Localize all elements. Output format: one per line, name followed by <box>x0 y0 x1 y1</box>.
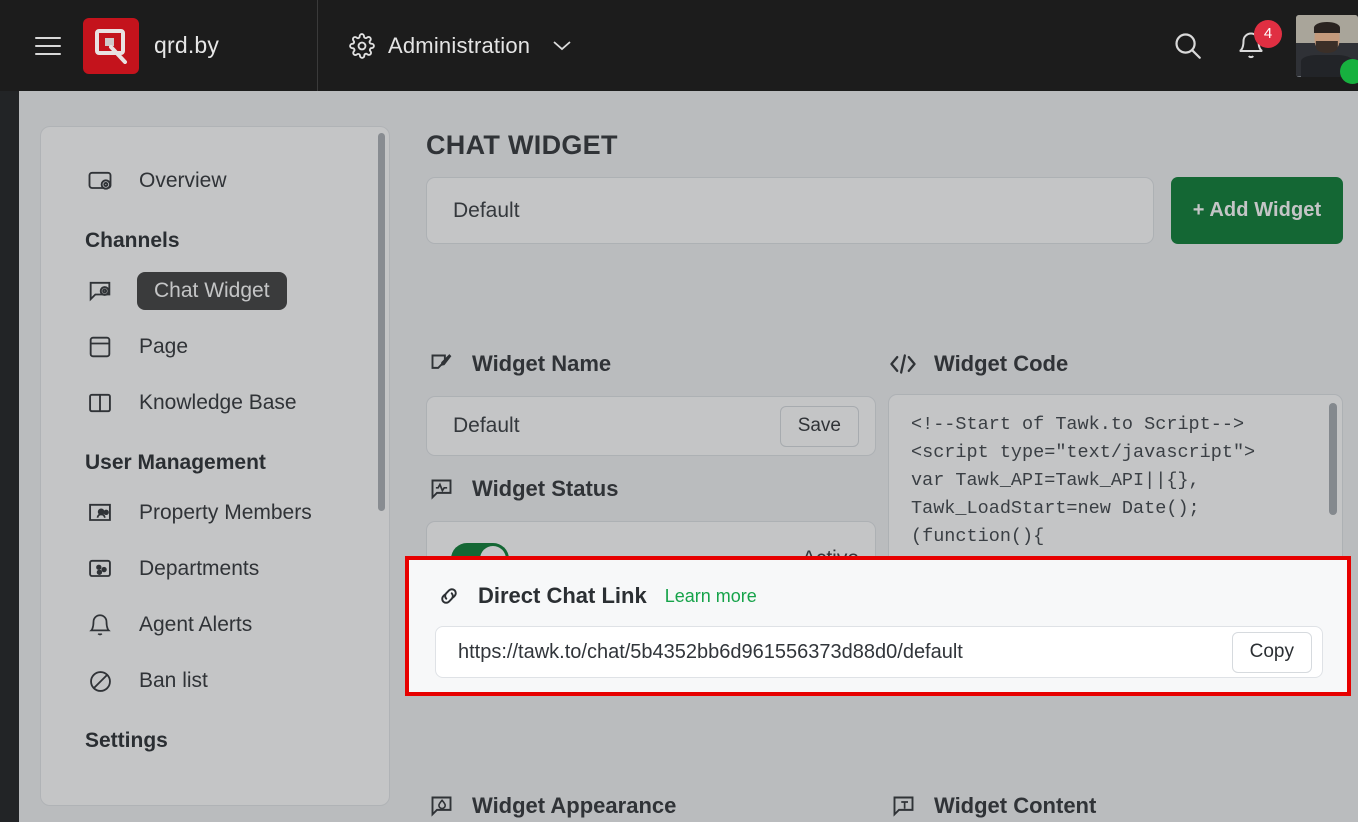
people-icon <box>85 498 115 528</box>
direct-chat-link-field[interactable]: https://tawk.to/chat/5b4352bb6d961556373… <box>435 626 1323 678</box>
sidebar-item-label: Overview <box>139 169 227 192</box>
settings-sidebar: Overview Channels Chat Widget Page Knowl… <box>40 126 390 806</box>
widget-selector-value: Default <box>453 198 520 222</box>
brand-name: qrd.by <box>154 32 220 58</box>
sidebar-item-label: Departments <box>139 557 260 580</box>
widget-status-heading: Widget Status <box>426 474 618 504</box>
sidebar-scroll-area: Overview Channels Chat Widget Page Knowl… <box>41 127 389 805</box>
online-indicator <box>1340 58 1358 84</box>
book-icon <box>85 388 115 418</box>
sidebar-item-label: Page <box>139 335 189 358</box>
appearance-icon <box>426 791 456 821</box>
widget-appearance-heading: Widget Appearance <box>426 791 676 821</box>
main-content: CHAT WIDGET Default + Add Widget Widget … <box>415 91 1358 822</box>
sidebar-item-property-members[interactable]: Property Members <box>41 485 389 541</box>
widget-name-label: Widget Name <box>472 351 612 376</box>
copy-button[interactable]: Copy <box>1231 631 1312 673</box>
sidebar-item-label: Property Members <box>139 501 312 524</box>
administration-label: Administration <box>388 32 531 58</box>
topbar-actions: 4 <box>1164 0 1358 91</box>
direct-chat-link-title: Direct Chat Link <box>478 583 647 608</box>
sidebar-item-ban-list[interactable]: Ban list <box>41 653 389 709</box>
sidebar-item-label: Ban list <box>139 669 208 692</box>
save-button[interactable]: Save <box>779 405 859 447</box>
top-navigation-bar: qrd.by Administration 4 <box>0 0 1358 91</box>
notifications-bell-icon[interactable]: 4 <box>1228 19 1282 69</box>
sidebar-item-overview[interactable]: Overview <box>41 153 389 209</box>
topbar-brand-area: qrd.by <box>0 0 318 91</box>
widget-name-heading: Widget Name <box>426 349 611 379</box>
sidebar-item-label: Agent Alerts <box>139 613 253 636</box>
administration-menu[interactable]: Administration <box>349 33 572 59</box>
sidebar-scrollbar-thumb[interactable] <box>378 133 385 511</box>
widget-name-value[interactable]: Default <box>453 414 780 438</box>
sidebar-item-agent-alerts[interactable]: Agent Alerts <box>41 597 389 653</box>
page-title: CHAT WIDGET <box>426 130 618 160</box>
qrd-logo[interactable] <box>83 17 139 74</box>
page-body: Overview Channels Chat Widget Page Knowl… <box>0 91 1358 822</box>
sidebar-item-label: Chat Widget <box>137 272 287 310</box>
direct-chat-link-heading: Direct Chat Link Learn more <box>435 582 757 610</box>
chevron-down-icon[interactable] <box>552 39 572 52</box>
sidebar-item-label: Knowledge Base <box>139 391 297 414</box>
widget-name-field[interactable]: Default Save <box>426 396 876 456</box>
code-scrollbar-thumb[interactable] <box>1329 403 1337 515</box>
avatar[interactable] <box>1296 14 1358 84</box>
widget-code-label: Widget Code <box>934 351 1069 376</box>
sidebar-item-chat-widget[interactable]: Chat Widget <box>41 263 389 319</box>
search-icon[interactable] <box>1164 23 1210 69</box>
sidebar-group-settings: Settings <box>85 729 168 752</box>
add-widget-button[interactable]: + Add Widget <box>1171 177 1343 244</box>
page-icon <box>85 332 115 362</box>
sidebar-item-page[interactable]: Page <box>41 319 389 375</box>
monitor-gear-icon <box>85 166 115 196</box>
app-screenshot: qrd.by Administration 4 Overview Channel… <box>0 0 1358 822</box>
sidebar-group-channels: Channels <box>85 229 180 252</box>
direct-chat-link-url[interactable]: https://tawk.to/chat/5b4352bb6d961556373… <box>458 641 1232 664</box>
widget-appearance-label: Widget Appearance <box>472 793 677 818</box>
edit-note-icon <box>426 349 456 379</box>
hamburger-icon[interactable] <box>35 36 61 55</box>
notification-count-badge: 4 <box>1254 19 1282 48</box>
chat-gear-icon <box>85 276 115 306</box>
left-rail <box>0 91 19 822</box>
gear-icon <box>349 32 375 59</box>
widget-selector-dropdown[interactable]: Default <box>426 177 1154 244</box>
sidebar-group-user-management: User Management <box>85 451 266 474</box>
code-brackets-icon <box>888 349 918 379</box>
sidebar-item-knowledge-base[interactable]: Knowledge Base <box>41 375 389 431</box>
bell-icon <box>85 610 115 640</box>
widget-content-label: Widget Content <box>934 793 1097 818</box>
link-icon <box>435 582 463 610</box>
widget-status-label: Widget Status <box>472 476 619 501</box>
departments-icon <box>85 554 115 584</box>
widget-content-heading: Widget Content <box>888 791 1096 821</box>
sidebar-item-departments[interactable]: Departments <box>41 541 389 597</box>
pulse-icon <box>426 474 456 504</box>
learn-more-link[interactable]: Learn more <box>665 586 757 607</box>
text-box-icon <box>888 791 918 821</box>
direct-chat-link-highlight: Direct Chat Link Learn more https://tawk… <box>405 556 1351 696</box>
widget-code-heading: Widget Code <box>888 349 1068 379</box>
ban-icon <box>85 666 115 696</box>
